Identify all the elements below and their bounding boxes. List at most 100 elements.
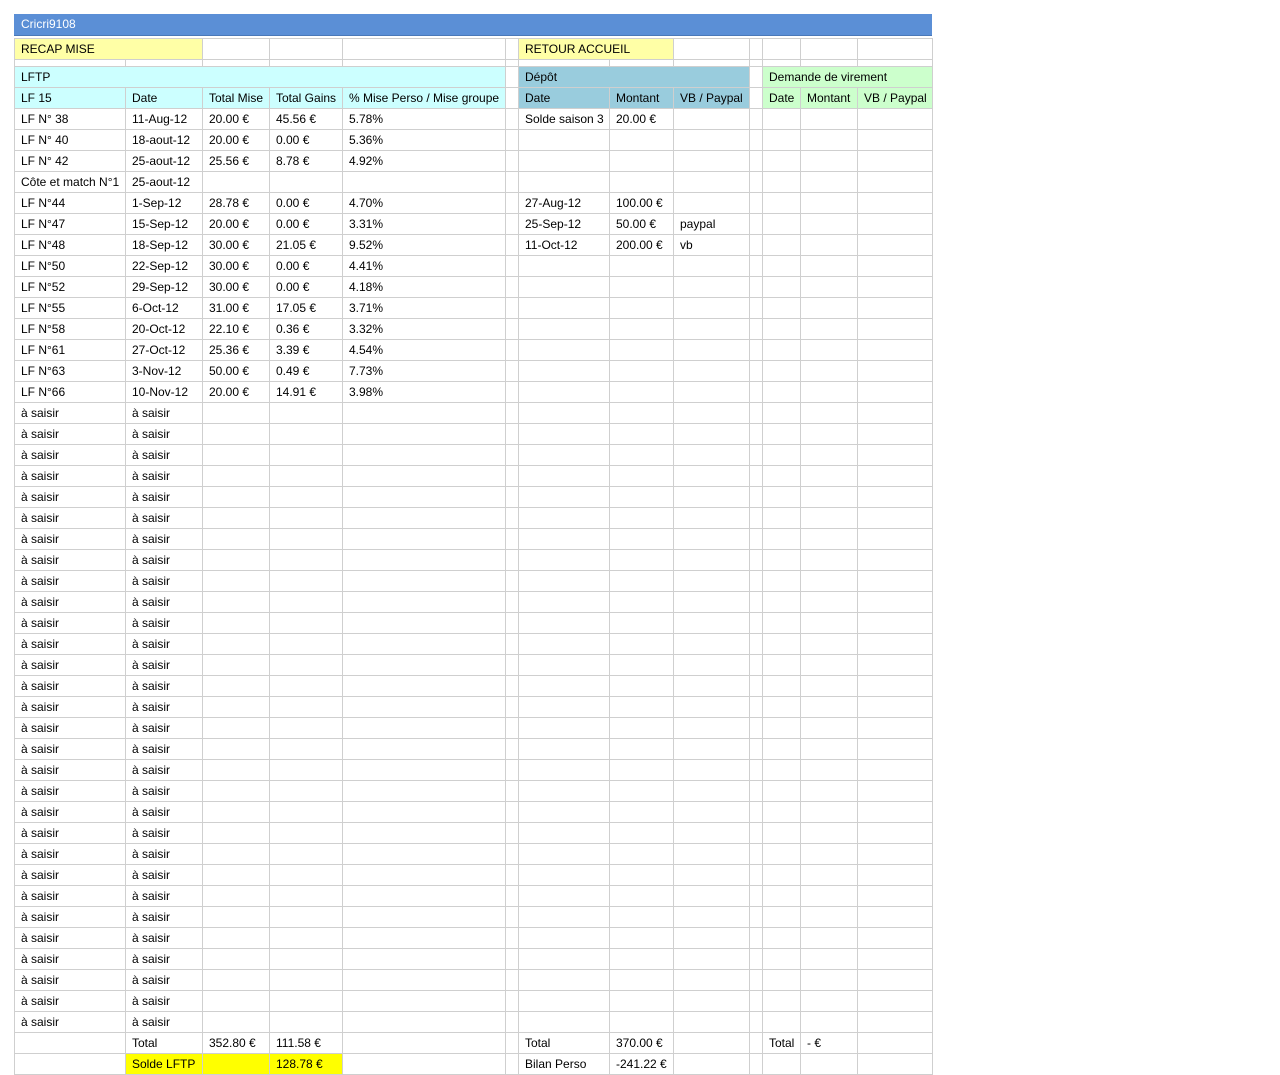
pct-cell[interactable]: [342, 591, 506, 613]
cell[interactable]: [800, 1053, 858, 1075]
mise-cell[interactable]: [202, 927, 270, 949]
depot-montant-cell[interactable]: [609, 717, 674, 739]
depot-date-cell[interactable]: [518, 507, 610, 529]
depot-date-cell[interactable]: [518, 528, 610, 550]
cell[interactable]: [762, 213, 801, 235]
pct-cell[interactable]: [342, 402, 506, 424]
lf-cell[interactable]: LF N°66: [14, 381, 126, 403]
cell[interactable]: [762, 717, 801, 739]
cell[interactable]: [505, 675, 519, 697]
cell[interactable]: [505, 1032, 519, 1054]
mise-cell[interactable]: [202, 528, 270, 550]
cell[interactable]: [762, 38, 801, 60]
lf-cell[interactable]: à saisir: [14, 570, 126, 592]
depot-montant-cell[interactable]: [609, 927, 674, 949]
cell[interactable]: [505, 171, 519, 193]
pct-cell[interactable]: [342, 549, 506, 571]
depot-vb-cell[interactable]: [673, 948, 750, 970]
depot-montant-cell[interactable]: [609, 318, 674, 340]
gains-cell[interactable]: [269, 717, 343, 739]
cell[interactable]: [762, 549, 801, 571]
cell[interactable]: [762, 759, 801, 781]
cell[interactable]: [749, 675, 763, 697]
cell[interactable]: [762, 1053, 801, 1075]
cell[interactable]: [762, 696, 801, 718]
mise-cell[interactable]: [202, 948, 270, 970]
cell[interactable]: [800, 381, 858, 403]
cell[interactable]: [857, 381, 933, 403]
cell[interactable]: [800, 654, 858, 676]
gains-cell[interactable]: 0.49 €: [269, 360, 343, 382]
depot-vb-cell[interactable]: [673, 465, 750, 487]
pct-cell[interactable]: 3.32%: [342, 318, 506, 340]
depot-date-cell[interactable]: [518, 843, 610, 865]
cell[interactable]: [505, 108, 519, 130]
cell[interactable]: [505, 822, 519, 844]
lf-cell[interactable]: LF N°47: [14, 213, 126, 235]
cell[interactable]: [505, 717, 519, 739]
gains-cell[interactable]: [269, 885, 343, 907]
lf-cell[interactable]: LF N°55: [14, 297, 126, 319]
date-cell[interactable]: 6-Oct-12: [125, 297, 203, 319]
cell[interactable]: [800, 507, 858, 529]
depot-montant-cell[interactable]: [609, 423, 674, 445]
lf-cell[interactable]: à saisir: [14, 402, 126, 424]
mise-cell[interactable]: 25.36 €: [202, 339, 270, 361]
depot-vb-cell[interactable]: [673, 591, 750, 613]
cell[interactable]: [800, 780, 858, 802]
gains-cell[interactable]: [269, 738, 343, 760]
cell[interactable]: [505, 297, 519, 319]
cell[interactable]: [505, 339, 519, 361]
depot-vb-cell[interactable]: [673, 402, 750, 424]
cell[interactable]: [800, 360, 858, 382]
depot-montant-cell[interactable]: [609, 444, 674, 466]
mise-cell[interactable]: [202, 486, 270, 508]
lf-cell[interactable]: à saisir: [14, 486, 126, 508]
mise-cell[interactable]: [202, 969, 270, 991]
cell[interactable]: [857, 234, 933, 256]
cell[interactable]: [749, 318, 763, 340]
date-cell[interactable]: à saisir: [125, 654, 203, 676]
cell[interactable]: [505, 591, 519, 613]
depot-date-cell[interactable]: [518, 822, 610, 844]
cell[interactable]: [749, 1053, 763, 1075]
cell[interactable]: [800, 738, 858, 760]
cell[interactable]: [857, 318, 933, 340]
lf-cell[interactable]: à saisir: [14, 822, 126, 844]
total-gains[interactable]: 111.58 €: [269, 1032, 343, 1054]
pct-cell[interactable]: 3.71%: [342, 297, 506, 319]
cell[interactable]: [749, 381, 763, 403]
cell[interactable]: [762, 108, 801, 130]
cell[interactable]: [749, 402, 763, 424]
lf-cell[interactable]: à saisir: [14, 885, 126, 907]
pct-cell[interactable]: [342, 864, 506, 886]
date-cell[interactable]: à saisir: [125, 444, 203, 466]
gains-cell[interactable]: [269, 591, 343, 613]
depot-montant-cell[interactable]: [609, 255, 674, 277]
cell[interactable]: [342, 1053, 506, 1075]
cell[interactable]: [505, 129, 519, 151]
lf-cell[interactable]: LF N°61: [14, 339, 126, 361]
gains-cell[interactable]: 0.00 €: [269, 192, 343, 214]
lf-cell[interactable]: à saisir: [14, 927, 126, 949]
cell[interactable]: [800, 150, 858, 172]
cell[interactable]: [857, 948, 933, 970]
depot-vb-cell[interactable]: [673, 297, 750, 319]
depot-montant-cell[interactable]: [609, 507, 674, 529]
cell[interactable]: [762, 906, 801, 928]
cell[interactable]: [857, 654, 933, 676]
date-cell[interactable]: à saisir: [125, 1011, 203, 1033]
depot-date-cell[interactable]: [518, 759, 610, 781]
mise-cell[interactable]: [202, 780, 270, 802]
lf-cell[interactable]: LF N°50: [14, 255, 126, 277]
depot-date-cell[interactable]: [518, 171, 610, 193]
cell[interactable]: [762, 528, 801, 550]
gains-cell[interactable]: 0.00 €: [269, 129, 343, 151]
cell[interactable]: [749, 360, 763, 382]
pct-cell[interactable]: [342, 990, 506, 1012]
mise-cell[interactable]: [202, 171, 270, 193]
lf-cell[interactable]: Côte et match N°1: [14, 171, 126, 193]
depot-montant-cell[interactable]: [609, 486, 674, 508]
cell[interactable]: [762, 381, 801, 403]
cell[interactable]: [749, 612, 763, 634]
